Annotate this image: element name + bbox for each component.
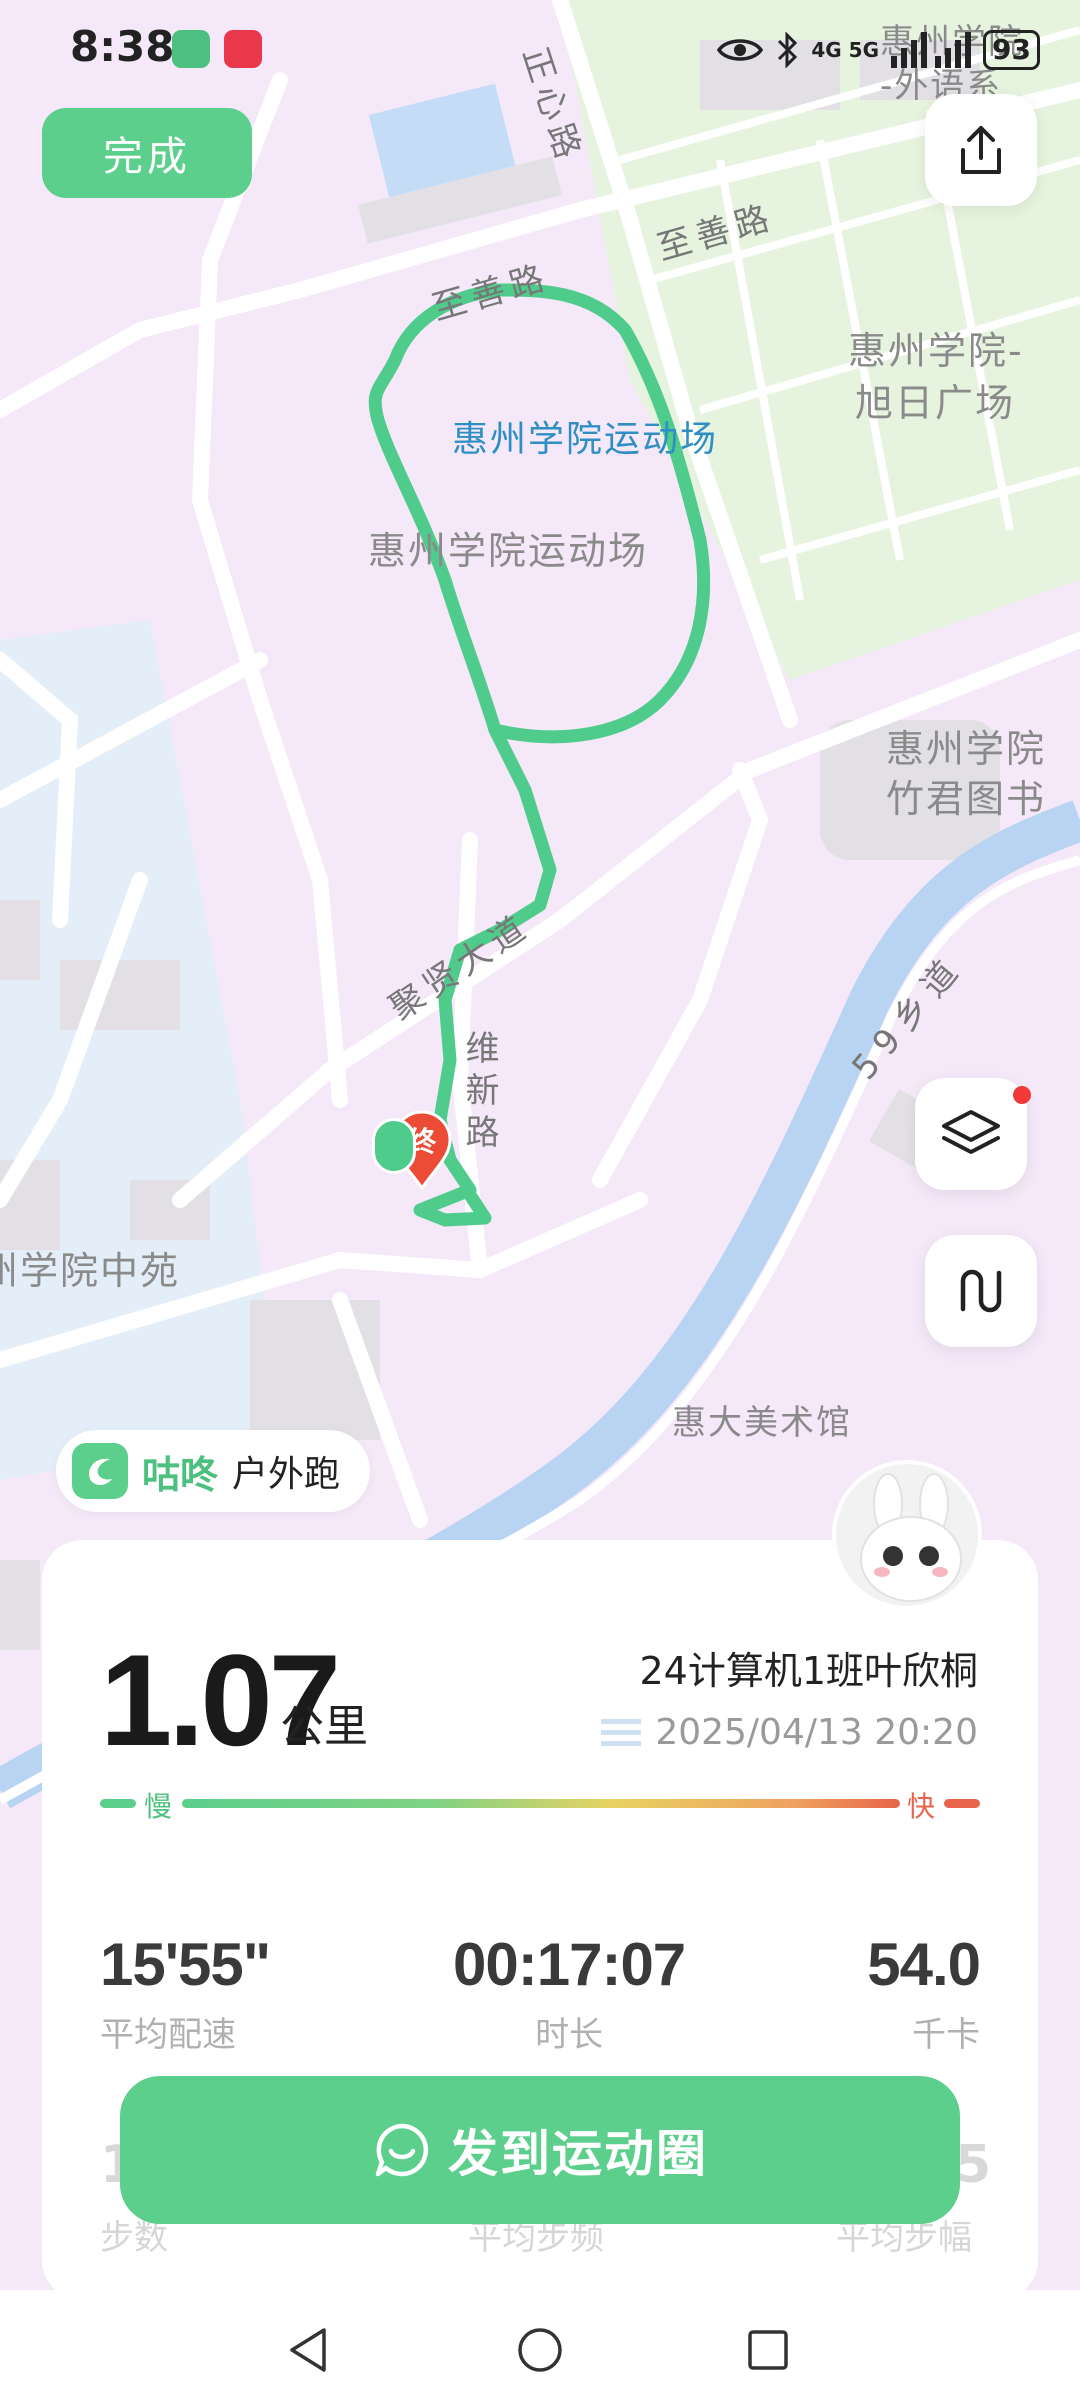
status-time: 8:38 — [70, 22, 175, 71]
share-icon — [961, 126, 1001, 174]
activity-type: 户外跑 — [232, 1454, 341, 1495]
pace-slow-label: 慢 — [144, 1790, 173, 1823]
activity-datetime: 2025/04/13 20:20 — [655, 1712, 978, 1753]
map-label-library-1: 惠州学院 — [886, 727, 1047, 771]
battery-indicator: 93 — [983, 30, 1040, 70]
avatar[interactable] — [832, 1460, 982, 1610]
share-button-label: 发到运动圈 — [448, 2125, 708, 2183]
layers-icon — [942, 1110, 1000, 1154]
home-circle-icon — [518, 2328, 562, 2372]
calendar-stripes-icon — [601, 1718, 642, 1746]
map-label-plaza-1: 惠州学院- — [848, 329, 1024, 373]
gudong-notification-icon — [172, 30, 210, 68]
stat-stride-value: 5 — [955, 2135, 992, 2195]
route-toggle-button[interactable] — [925, 1235, 1037, 1347]
signal-icon — [891, 32, 972, 68]
nav-recents-button[interactable] — [728, 2310, 808, 2390]
back-triangle-icon — [290, 2328, 326, 2372]
system-nav-bar — [0, 2290, 1080, 2400]
brand-pill: 咕咚 户外跑 — [56, 1430, 371, 1512]
stat-duration: 00:17:07 时长 — [453, 1930, 686, 2056]
date-row: 2025/04/13 20:20 — [601, 1712, 978, 1753]
done-button[interactable]: 完成 — [42, 108, 252, 198]
stat-label: 平均配速 — [100, 2015, 236, 2055]
bluetooth-icon — [778, 32, 798, 68]
stat-value: 54.0 — [867, 1931, 981, 1998]
stat-avg-pace: 15'55" 平均配速 — [100, 1930, 271, 2056]
network-type: 4G 5G — [811, 38, 880, 62]
user-name: 24计算机1班叶欣桐 — [639, 1649, 978, 1693]
stat-value: 15'55" — [100, 1931, 271, 1998]
stat-value: 00:17:07 — [453, 1931, 686, 1998]
share-to-feed-button[interactable]: 发到运动圈 — [120, 2076, 960, 2224]
route-curve-icon — [960, 1269, 1002, 1313]
map-label-stadium: 惠州学院运动场 — [368, 529, 649, 573]
pace-fast-label: 快 — [907, 1790, 936, 1823]
distance-unit: 公里 — [280, 1701, 368, 1752]
chat-smile-icon — [375, 2123, 429, 2177]
stat-label: 千卡 — [912, 2015, 980, 2055]
stat-label: 时长 — [535, 2015, 604, 2055]
layers-notification-dot — [1013, 1086, 1031, 1104]
pace-gradient-bar — [100, 1799, 980, 1808]
map-label-plaza-2: 旭日广场 — [855, 381, 1016, 425]
status-icons: 4G 5G 93 — [717, 22, 1040, 78]
map-label-art-museum: 惠大美术馆 — [672, 1403, 852, 1443]
start-marker — [372, 1118, 416, 1174]
nav-back-button[interactable] — [268, 2310, 348, 2390]
share-export-button[interactable] — [925, 94, 1037, 206]
xiaohongshu-notification-icon — [224, 30, 262, 68]
status-bar: 8:38 4G 5G 93 — [0, 0, 1080, 100]
brand-name: 咕咚 — [142, 1452, 219, 1497]
recents-square-icon — [748, 2330, 788, 2370]
map-layers-button[interactable] — [915, 1078, 1031, 1190]
map-label-stadium-blue: 惠州学院运动场 — [452, 419, 719, 460]
map-label-zhongyuan: 州学院中苑 — [0, 1249, 181, 1293]
nav-home-button[interactable] — [500, 2310, 580, 2390]
eye-icon — [717, 39, 764, 61]
gudong-logo-icon — [72, 1443, 128, 1499]
road-label-weixin: 维新路 — [459, 1030, 499, 1156]
stat-calories: 54.0 千卡 — [867, 1930, 981, 2056]
map-label-library-2: 竹君图书 — [886, 777, 1047, 821]
